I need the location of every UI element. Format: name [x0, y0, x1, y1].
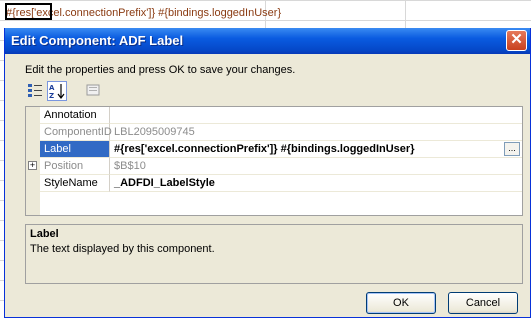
help-description: The text displayed by this component. [30, 243, 215, 255]
row-gutter [26, 192, 40, 215]
row-gutter [26, 107, 40, 124]
cell-text-part: el.connectionPrefix']} #{bindings.logged… [53, 7, 282, 19]
help-title: Label [30, 228, 59, 240]
svg-text:Z: Z [49, 92, 54, 100]
property-row-annotation[interactable]: Annotation [26, 107, 522, 124]
alphabetical-icon: A Z [49, 84, 65, 100]
close-icon: ✕ [510, 31, 523, 48]
row-gutter [26, 141, 40, 158]
property-row-stylename[interactable]: StyleName _ADFDI_LabelStyle [26, 175, 522, 192]
ellipsis-button[interactable]: ... [504, 142, 520, 156]
property-value[interactable] [110, 107, 522, 124]
categorized-button[interactable] [25, 81, 45, 101]
cancel-button[interactable]: Cancel [448, 292, 518, 314]
property-name: ComponentID [40, 124, 112, 141]
help-panel: Label The text displayed by this compone… [25, 224, 523, 284]
property-row-label[interactable]: Label #{res['excel.connectionPrefix']} #… [26, 141, 522, 158]
dialog-title: Edit Component: ADF Label [11, 33, 184, 48]
property-name: Position [40, 158, 110, 175]
row-gutter [26, 124, 40, 141]
property-value[interactable]: _ADFDI_LabelStyle [110, 175, 522, 192]
property-name: Annotation [40, 107, 110, 124]
property-pages-icon [86, 84, 100, 96]
row-gutter [26, 175, 40, 192]
property-name: StyleName [40, 175, 110, 192]
property-grid: Annotation ComponentID LBL2095009745 Lab… [25, 106, 523, 216]
property-value[interactable]: #{res['excel.connectionPrefix']} #{bindi… [110, 141, 522, 158]
property-pages-button[interactable] [83, 81, 103, 101]
dialog-titlebar[interactable]: Edit Component: ADF Label ✕ [5, 28, 530, 54]
close-button[interactable]: ✕ [506, 30, 527, 51]
alphabetical-button[interactable]: A Z [47, 81, 67, 101]
ok-button[interactable]: OK [366, 292, 436, 314]
expand-icon[interactable]: + [28, 161, 37, 170]
active-cell-cursor [5, 3, 52, 20]
instructions-text: Edit the properties and press OK to save… [25, 64, 296, 76]
categorized-icon [28, 84, 42, 97]
property-row-componentid[interactable]: ComponentID LBL2095009745 [26, 124, 522, 141]
svg-text:A: A [49, 84, 55, 92]
edit-component-dialog: Edit Component: ADF Label ✕ Edit the pro… [4, 28, 531, 318]
property-name: Label [40, 141, 110, 158]
property-value: $B$10 [110, 158, 522, 175]
property-value: LBL2095009745 [110, 124, 522, 141]
property-row-position[interactable]: + Position $B$10 [26, 158, 522, 175]
row-gutter: + [26, 158, 40, 175]
